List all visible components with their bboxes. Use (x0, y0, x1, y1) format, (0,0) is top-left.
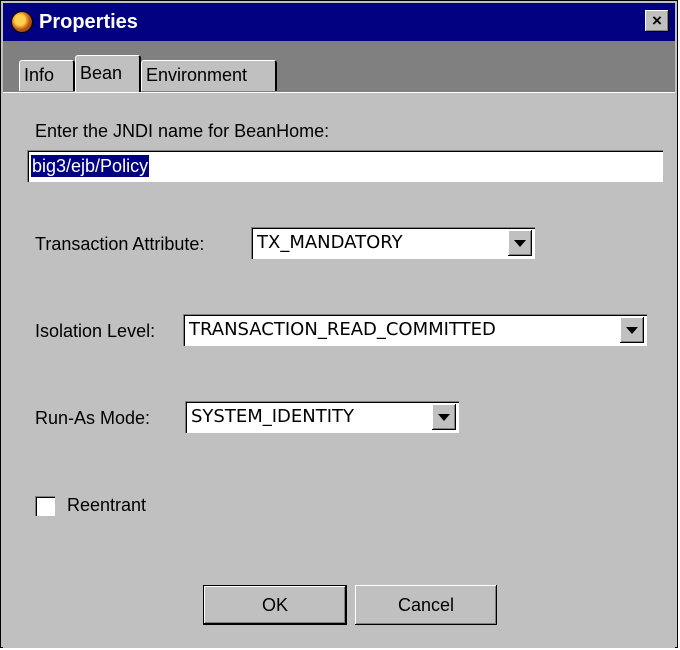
tab-info[interactable]: Info (19, 60, 75, 91)
ok-button[interactable]: OK (203, 585, 347, 625)
run-as-dropdown-arrow-icon[interactable] (432, 404, 456, 430)
transaction-attribute-select[interactable]: TX_MANDATORY (251, 227, 535, 259)
properties-dialog: Properties × Info Bean Environment Enter… (0, 0, 678, 648)
app-icon (11, 11, 33, 33)
window-title: Properties (39, 11, 138, 33)
run-as-mode-label: Run-As Mode: (35, 408, 151, 428)
run-as-mode-value: SYSTEM_IDENTITY (191, 406, 355, 427)
title-bar[interactable]: Properties × (3, 3, 675, 41)
isolation-level-label: Isolation Level: (35, 321, 156, 341)
isolation-level-value: TRANSACTION_READ_COMMITTED (189, 319, 496, 340)
isolation-level-select[interactable]: TRANSACTION_READ_COMMITTED (183, 314, 647, 346)
isolation-dropdown-arrow-icon[interactable] (620, 317, 644, 343)
transaction-dropdown-arrow-icon[interactable] (508, 230, 532, 256)
reentrant-label[interactable]: Reentrant (67, 495, 146, 515)
tab-bean[interactable]: Bean (75, 55, 141, 92)
tab-environment[interactable]: Environment (141, 60, 277, 91)
run-as-mode-select[interactable]: SYSTEM_IDENTITY (185, 401, 459, 433)
transaction-attribute-value: TX_MANDATORY (257, 232, 403, 253)
close-icon: × (652, 11, 662, 30)
tab-strip: Info Bean Environment (3, 41, 675, 92)
jndi-name-value: big3/ejb/Policy (31, 155, 150, 177)
transaction-attribute-label: Transaction Attribute: (35, 234, 205, 254)
reentrant-checkbox[interactable] (35, 496, 55, 516)
jndi-label: Enter the JNDI name for BeanHome: (35, 121, 330, 141)
cancel-button[interactable]: Cancel (355, 585, 497, 625)
jndi-name-input[interactable]: big3/ejb/Policy (27, 150, 663, 182)
close-button[interactable]: × (645, 10, 669, 32)
